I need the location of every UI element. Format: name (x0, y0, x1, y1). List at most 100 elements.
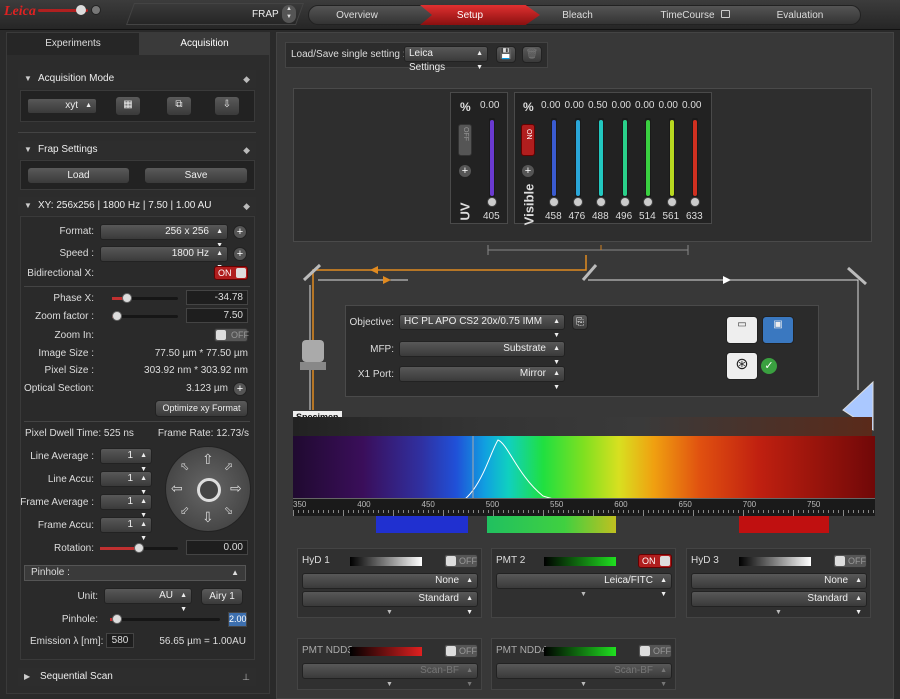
pinhole-field[interactable]: 2.00 (228, 612, 247, 627)
emission-field[interactable]: 580 (106, 633, 134, 648)
grid-icon[interactable]: ▦ (115, 96, 141, 116)
loadsave-select[interactable]: Leica Settings ▲ ▼ (404, 46, 488, 73)
speed-add-icon[interactable]: + (233, 247, 247, 261)
visible-toggle[interactable]: ON (521, 124, 535, 156)
laser-channel-458[interactable] (551, 118, 557, 198)
step-overview[interactable]: Overview (312, 5, 402, 25)
save-button[interactable]: Save (144, 167, 248, 184)
pin-icon[interactable]: ◆ (243, 197, 250, 215)
frap-settings-header[interactable]: ▼ Frap Settings ◆ (18, 141, 256, 159)
acq-mode-select[interactable]: xyt ▲ (27, 98, 97, 114)
step-setup[interactable]: Setup (425, 5, 515, 25)
expand-chevron-icon[interactable]: ▼ (775, 609, 782, 616)
load-button[interactable]: Load (27, 167, 130, 184)
zoomin-toggle[interactable]: OFF (214, 328, 249, 342)
detector-lut[interactable] (350, 647, 422, 656)
detector-lut[interactable] (544, 557, 616, 566)
detector-toggle[interactable]: OFF (638, 644, 672, 658)
save-disk-icon[interactable]: 💾 (496, 46, 516, 63)
arrow-left-icon[interactable]: ⇦ (171, 480, 183, 497)
tab-acquisition[interactable]: Acquisition (139, 33, 270, 55)
camera-icon[interactable]: ▣ (762, 316, 794, 344)
mfp-select[interactable]: Substrate ▲ ▼ (399, 341, 565, 366)
uv-channel[interactable] (489, 118, 495, 198)
sequential-scan-header[interactable]: ▶ Sequential Scan ⊥ (18, 668, 256, 686)
speed-select[interactable]: 1800 Hz▲▼ (100, 246, 228, 271)
detector-toggle[interactable]: OFF (444, 644, 478, 658)
laser-channel-496[interactable] (621, 118, 628, 198)
laser-channel-514[interactable] (645, 118, 651, 198)
bidir-toggle[interactable]: ON (214, 266, 248, 280)
x1-select[interactable]: Mirror ▲ ▼ (399, 366, 565, 391)
detector-toggle[interactable]: OFF (444, 554, 478, 568)
rotation-slider[interactable] (100, 543, 178, 553)
uv-channel-knob[interactable] (487, 197, 497, 207)
laser-channel-488[interactable] (598, 118, 604, 198)
detection-band-red[interactable] (739, 516, 829, 533)
format-add-icon[interactable]: + (233, 225, 247, 239)
pin-icon[interactable]: ◆ (243, 70, 250, 88)
step-timecourse[interactable]: TimeCourse (655, 5, 720, 25)
pin-icon[interactable]: ⊥ (242, 668, 250, 686)
detector-dye-select[interactable]: Leica/FITC ▲ ▼ (496, 573, 672, 598)
arrow-upleft-icon[interactable]: ⬁ (180, 460, 189, 473)
detector-lut[interactable] (544, 647, 616, 656)
detection-band-blue[interactable] (376, 516, 468, 533)
detector-dye-select[interactable]: Scan-BF ▲ ▼ (496, 663, 672, 688)
phase-field[interactable]: -34.78 (186, 290, 248, 305)
arrow-down-icon[interactable]: ⇩ (202, 509, 214, 526)
laser-knob-496[interactable] (619, 197, 630, 207)
stage-icon[interactable]: ▭ (726, 316, 758, 344)
laser-knob-633[interactable] (690, 197, 700, 207)
pan-wheel[interactable]: ⇧ ⇩ ⇦ ⇨ ⬁ ⬀ ⬃ ⬂ (165, 446, 251, 532)
filter-wheel-icon[interactable]: ⊛ (726, 352, 758, 380)
step-bleach[interactable]: Bleach (535, 5, 620, 25)
detector-dye-select[interactable]: None▲▼ (302, 573, 478, 598)
line-average-select[interactable]: 1 ▲ ▼ (100, 448, 152, 473)
uv-add-icon[interactable]: + (458, 164, 472, 178)
xy-settings-header[interactable]: ▼ XY: 256x256 | 1800 Hz | 7.50 | 1.00 AU ◆ (18, 197, 256, 215)
detection-band-green[interactable] (487, 516, 616, 533)
detector-lut[interactable] (739, 557, 811, 566)
laser-channel-633[interactable] (692, 118, 698, 198)
optsec-add-icon[interactable]: + (233, 382, 247, 396)
rotation-field[interactable]: 0.00 (186, 540, 248, 555)
pin-icon[interactable]: ◆ (243, 141, 250, 159)
phase-slider[interactable] (112, 293, 178, 303)
frame-accu-select[interactable]: 1 ▲ ▼ (100, 517, 152, 542)
arrow-up-icon[interactable]: ⇧ (202, 451, 214, 468)
laser-knob-561[interactable] (666, 197, 677, 207)
expand-chevron-icon[interactable]: ▼ (580, 591, 587, 598)
trash-icon[interactable]: 🗑 (522, 46, 542, 63)
line-accu-select[interactable]: 1 ▲ ▼ (100, 471, 152, 496)
center-button[interactable] (197, 478, 221, 502)
detector-toggle[interactable]: OFF (833, 554, 867, 568)
detector-toggle[interactable]: ON (638, 554, 672, 568)
uv-toggle[interactable]: OFF (458, 124, 472, 156)
zoom-slider[interactable] (112, 311, 178, 321)
acq-mode-header[interactable]: ▼ Acquisition Mode ◆ (18, 70, 256, 88)
expand-chevron-icon[interactable]: ▼ (386, 609, 393, 616)
laser-knob-514[interactable] (643, 197, 653, 207)
detector-dye-select[interactable]: Scan-BF ▲ ▼ (302, 663, 478, 688)
optimize-button[interactable]: Optimize xy Format (155, 400, 248, 417)
pinhole-slider[interactable] (110, 614, 220, 624)
tiles-icon[interactable]: ⧉ (166, 96, 192, 116)
laser-knob-476[interactable] (572, 197, 583, 207)
detector-dye-select[interactable]: None▲▼ (691, 573, 867, 598)
detector-lut[interactable] (350, 557, 422, 566)
arrow-downleft-icon[interactable]: ⬃ (180, 504, 189, 517)
arrow-downright-icon[interactable]: ⬂ (224, 504, 233, 517)
expand-chevron-icon[interactable]: ▼ (386, 681, 393, 688)
laser-channel-561[interactable] (668, 118, 675, 198)
arrow-upright-icon[interactable]: ⬀ (224, 460, 233, 473)
step-evaluation[interactable]: Evaluation (760, 5, 840, 25)
tab-experiments[interactable]: Experiments (7, 33, 139, 55)
unit-select[interactable]: AU ▲ ▼ (104, 588, 192, 613)
pinhole-header[interactable]: Pinhole : ▲ (24, 565, 246, 581)
laser-knob-488[interactable] (596, 196, 606, 207)
objective-select[interactable]: HC PL APO CS2 20x/0.75 IMM ▲ ▼ (399, 314, 565, 339)
settings-dot-icon[interactable] (91, 5, 101, 15)
visible-add-icon[interactable]: + (521, 164, 535, 178)
airy-button[interactable]: Airy 1 (201, 588, 243, 605)
